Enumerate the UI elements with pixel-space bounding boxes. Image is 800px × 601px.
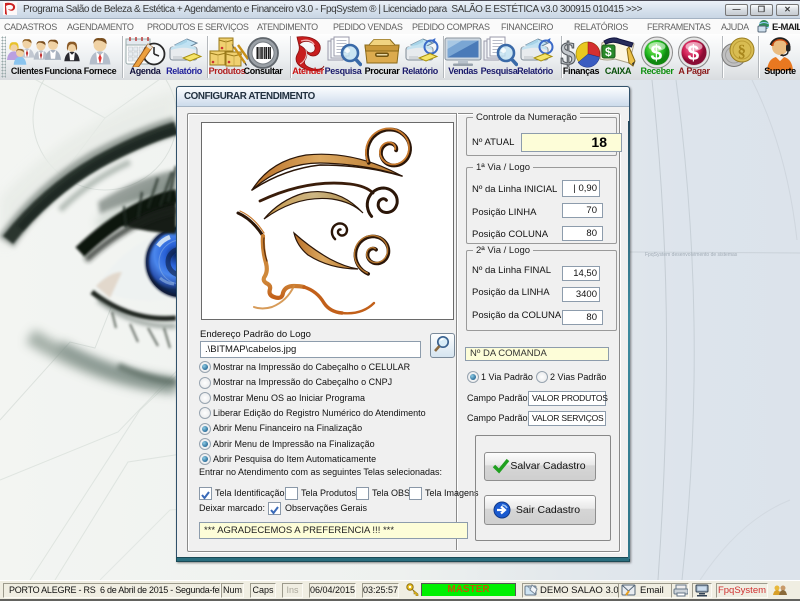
svg-text:FpqSystem desenvolvimento de s: FpqSystem desenvolvimento de sistemas — [645, 252, 738, 258]
svg-text:$: $ — [651, 42, 663, 65]
svg-text:§: § — [738, 42, 747, 61]
svg-text:$: $ — [605, 45, 612, 59]
svg-text:$: $ — [560, 36, 576, 69]
svg-text:$: $ — [688, 42, 700, 65]
